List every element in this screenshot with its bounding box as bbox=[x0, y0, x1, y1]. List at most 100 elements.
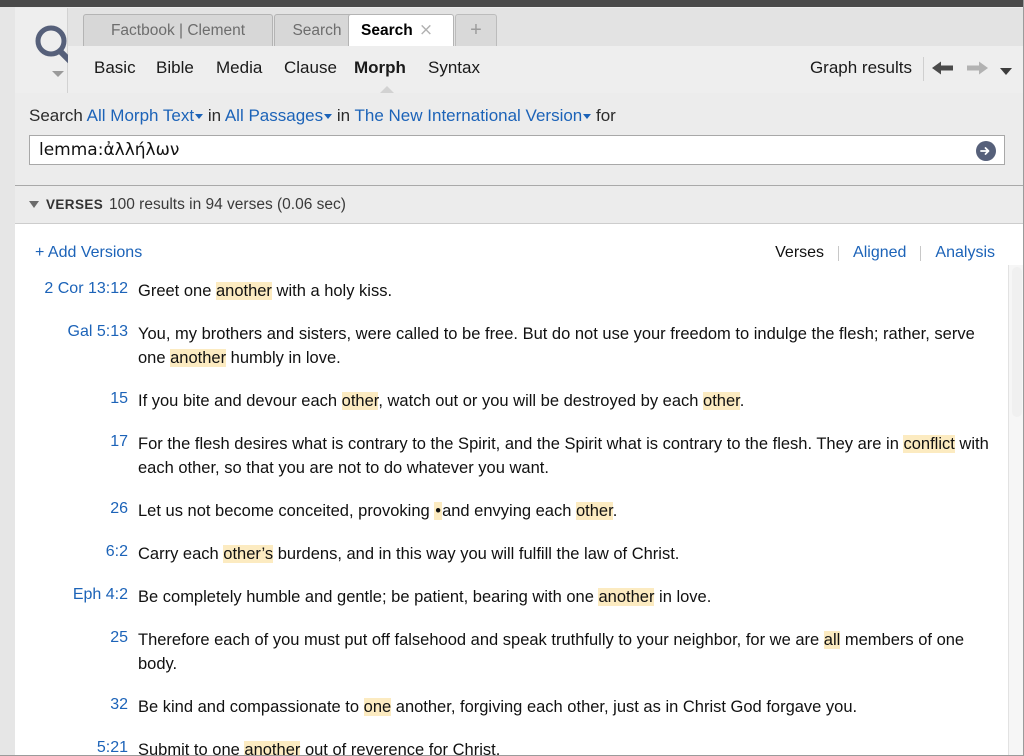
verse-text-segment: and envying each bbox=[442, 502, 576, 520]
tab-factbook-clement[interactable]: Factbook | Clement bbox=[83, 14, 273, 46]
menu-item-media[interactable]: Media bbox=[216, 58, 262, 78]
navigation-arrows bbox=[932, 60, 1012, 81]
search-type-menu: Basic Bible Media Clause Morph Syntax Gr… bbox=[68, 46, 1024, 93]
search-hit-highlight: another bbox=[216, 282, 272, 300]
verse-text: Be kind and compassionate to one another… bbox=[138, 695, 991, 719]
verse-text-segment: For the flesh desires what is contrary t… bbox=[138, 435, 903, 453]
window-title-strip bbox=[0, 0, 1024, 7]
verse-result-row: 32 Be kind and compassionate to one anoth… bbox=[15, 695, 1007, 719]
plus-icon: + bbox=[470, 19, 482, 42]
scrollbar-thumb[interactable] bbox=[1012, 267, 1022, 417]
verse-reference-link[interactable]: Gal 5:13 bbox=[15, 322, 128, 370]
verse-text: Therefore each of you must put off false… bbox=[138, 628, 991, 676]
verse-text-segment: , watch out or you will be destroyed by … bbox=[378, 392, 703, 410]
verse-result-row: 5:21 Submit to one another out of reveren… bbox=[15, 738, 1007, 756]
menu-item-morph[interactable]: Morph bbox=[354, 58, 406, 78]
verse-text: Let us not become conceited, provoking •… bbox=[138, 499, 991, 523]
search-hit-highlight: another bbox=[244, 741, 300, 756]
verse-reference-link[interactable]: 6:2 bbox=[15, 542, 128, 566]
verse-reference-link[interactable]: 26 bbox=[15, 499, 128, 523]
verse-text-segment: Therefore each of you must put off false… bbox=[138, 631, 824, 649]
search-hit-highlight: another bbox=[170, 349, 226, 367]
search-hit-highlight: one bbox=[364, 698, 392, 716]
search-hit-highlight: conflict bbox=[903, 435, 954, 453]
tab-verses[interactable]: Verses bbox=[761, 244, 838, 262]
verse-result-row: Gal 5:13You, my brothers and sisters, we… bbox=[15, 322, 1007, 370]
tab-strip-filler bbox=[497, 14, 1024, 46]
search-submit-button[interactable] bbox=[976, 141, 996, 161]
verse-result-row: 15 If you bite and devour each other, wat… bbox=[15, 389, 1007, 413]
verse-text-segment: another, forgiving each other, just as i… bbox=[391, 698, 857, 716]
menu-item-bible[interactable]: Bible bbox=[156, 58, 194, 78]
verse-reference-link[interactable]: 5:21 bbox=[15, 738, 128, 756]
results-section-label: VERSES bbox=[46, 197, 103, 212]
menu-item-basic[interactable]: Basic bbox=[94, 58, 136, 78]
verse-reference-link[interactable]: 32 bbox=[15, 695, 128, 719]
logos-search-window: Factbook | Clement Search Search × + Bas… bbox=[0, 0, 1024, 756]
search-description-line: Search All Morph Text in All Passages in… bbox=[29, 106, 616, 126]
search-passages-label: All Passages bbox=[225, 106, 323, 125]
verse-text-segment: humbly in love. bbox=[226, 349, 341, 367]
search-panel: Search All Morph Text in All Passages in… bbox=[15, 93, 1024, 186]
tab-search-2-active[interactable]: Search bbox=[348, 14, 454, 47]
tab-analysis[interactable]: Analysis bbox=[921, 244, 1009, 262]
verse-reference-link[interactable]: 15 bbox=[15, 389, 128, 413]
results-scrollbar[interactable] bbox=[1008, 265, 1024, 756]
verse-results-list: 2 Cor 13:12Greet one another with a holy… bbox=[15, 279, 1007, 756]
chevron-down-icon bbox=[195, 114, 203, 119]
graph-results-button[interactable]: Graph results bbox=[810, 58, 912, 78]
toolbar-divider bbox=[923, 57, 924, 81]
back-arrow-icon[interactable] bbox=[932, 60, 954, 81]
verse-reference-link[interactable]: 25 bbox=[15, 628, 128, 676]
verse-result-row: 2 Cor 13:12Greet one another with a holy… bbox=[15, 279, 1007, 303]
app-icon-area[interactable] bbox=[15, 8, 68, 93]
verse-text-segment: Greet one bbox=[138, 282, 216, 300]
verse-text-segment: Submit to one bbox=[138, 741, 244, 756]
history-dropdown-icon[interactable] bbox=[1000, 62, 1012, 80]
verse-text: For the flesh desires what is contrary t… bbox=[138, 432, 991, 480]
tab-label: Search bbox=[361, 22, 413, 40]
results-panel: VERSES 100 results in 94 verses (0.06 se… bbox=[15, 187, 1024, 756]
verse-text-segment: If you bite and devour each bbox=[138, 392, 342, 410]
chevron-down-icon bbox=[324, 114, 332, 119]
chevron-down-icon bbox=[583, 114, 591, 119]
new-tab-button[interactable]: + bbox=[455, 14, 497, 46]
search-scope-link[interactable]: All Morph Text bbox=[87, 106, 203, 125]
active-menu-pointer bbox=[380, 86, 394, 93]
verse-text-segment: Be completely humble and gentle; be pati… bbox=[138, 588, 598, 606]
forward-arrow-icon[interactable] bbox=[966, 60, 988, 81]
search-hit-highlight: all bbox=[824, 631, 841, 649]
verse-result-row: 6:2Carry each other’s burdens, and in th… bbox=[15, 542, 1007, 566]
add-versions-button[interactable]: + Add Versions bbox=[35, 244, 142, 262]
verse-result-row: 17 For the flesh desires what is contrary… bbox=[15, 432, 1007, 480]
verse-text: Submit to one another out of reverence f… bbox=[138, 738, 991, 756]
menu-item-clause[interactable]: Clause bbox=[284, 58, 337, 78]
tab-label: Factbook | Clement bbox=[111, 22, 245, 40]
tab-aligned[interactable]: Aligned bbox=[839, 244, 920, 262]
left-gutter bbox=[0, 7, 15, 756]
verse-reference-link[interactable]: 2 Cor 13:12 bbox=[15, 279, 128, 303]
search-input-value: lemma:ἀλλήλων bbox=[30, 140, 179, 160]
search-input[interactable]: lemma:ἀλλήλων bbox=[29, 135, 1005, 165]
search-prefix-label: Search bbox=[29, 106, 83, 125]
search-version-label: The New International Version bbox=[355, 106, 583, 125]
chevron-down-icon[interactable] bbox=[52, 71, 64, 77]
search-hit-highlight: • bbox=[434, 502, 442, 520]
search-version-link[interactable]: The New International Version bbox=[355, 106, 592, 125]
search-hit-highlight: other bbox=[342, 392, 379, 410]
verse-text: Be completely humble and gentle; be pati… bbox=[138, 585, 991, 609]
disclosure-triangle-icon[interactable] bbox=[29, 201, 39, 208]
search-in-label-1: in bbox=[208, 106, 221, 125]
verse-text-segment: in love. bbox=[654, 588, 711, 606]
verse-text-segment: Carry each bbox=[138, 545, 223, 563]
verse-reference-link[interactable]: 17 bbox=[15, 432, 128, 480]
verse-text-segment: . bbox=[740, 392, 745, 410]
verse-reference-link[interactable]: Eph 4:2 bbox=[15, 585, 128, 609]
search-hit-highlight: other bbox=[703, 392, 740, 410]
menu-item-syntax[interactable]: Syntax bbox=[428, 58, 480, 78]
results-count-text: 100 results in 94 verses (0.06 sec) bbox=[109, 196, 346, 214]
verse-result-row: 26 Let us not become conceited, provoking… bbox=[15, 499, 1007, 523]
verse-text-segment: out of reverence for Christ. bbox=[300, 741, 500, 756]
search-passages-link[interactable]: All Passages bbox=[225, 106, 332, 125]
close-icon[interactable]: × bbox=[418, 23, 434, 39]
